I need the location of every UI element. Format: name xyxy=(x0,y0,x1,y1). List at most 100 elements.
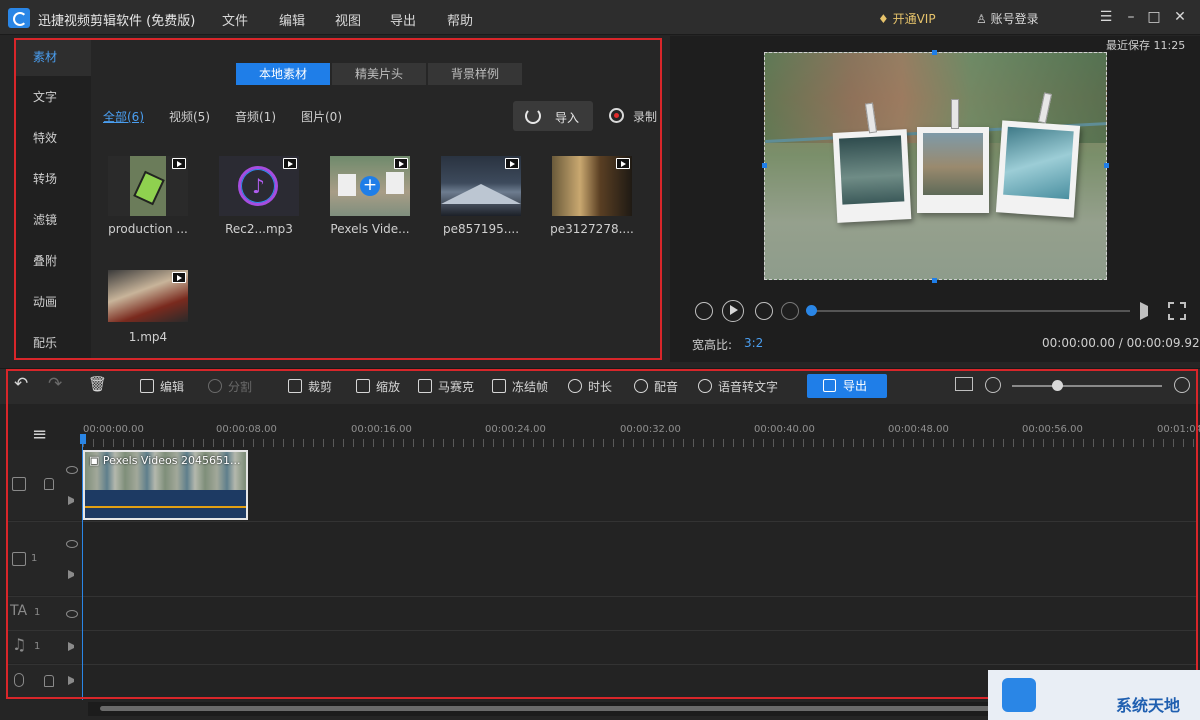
edit-label: 编辑 xyxy=(160,380,185,394)
delete-icon[interactable]: 🗑 xyxy=(88,375,107,393)
timeline-zoom-slider[interactable] xyxy=(1012,385,1162,387)
filter-image[interactable]: 图片(0) xyxy=(301,108,342,125)
playback-time: 00:00:00.00 / 00:00:09.92 xyxy=(1042,336,1200,350)
menu-help[interactable]: 帮助 xyxy=(447,10,473,29)
media-item[interactable]: production ... xyxy=(108,156,198,236)
playhead[interactable] xyxy=(82,436,83,700)
previous-frame-icon[interactable] xyxy=(695,302,713,320)
speech-to-text-icon xyxy=(698,379,712,393)
next-frame-icon[interactable] xyxy=(755,302,773,320)
timeline-zoom-knob[interactable] xyxy=(1052,380,1063,391)
fit-timeline-icon[interactable] xyxy=(955,377,973,391)
voice-track-header xyxy=(8,665,82,698)
volume-icon[interactable] xyxy=(68,570,77,579)
filter-audio[interactable]: 音频(1) xyxy=(235,108,276,125)
sidebar-item-material[interactable]: 素材 xyxy=(16,38,91,76)
media-item[interactable]: + Pexels Vide... xyxy=(330,156,420,236)
polaroid-photo xyxy=(995,120,1081,218)
lock-icon[interactable] xyxy=(44,478,54,490)
edit-icon xyxy=(140,379,154,393)
volume-icon[interactable] xyxy=(1140,302,1160,320)
media-item[interactable]: ♪ Rec2...mp3 xyxy=(219,156,309,236)
resize-handle[interactable] xyxy=(932,278,937,283)
freeze-frame-button[interactable]: 冻结帧 xyxy=(492,378,548,395)
media-item[interactable]: 1.mp4 xyxy=(108,264,198,344)
menu-file[interactable]: 文件 xyxy=(222,10,248,29)
filter-all[interactable]: 全部(6) xyxy=(103,108,144,125)
resize-handle[interactable] xyxy=(1104,163,1109,168)
crop-button[interactable]: 裁剪 xyxy=(288,378,332,395)
redo-icon[interactable]: ↷ xyxy=(48,374,62,394)
tab-backgrounds[interactable]: 背景样例 xyxy=(428,63,522,85)
clip-label: ▣ Pexels Videos 2045651... xyxy=(89,454,240,467)
zoom-in-icon[interactable] xyxy=(1174,377,1190,393)
hamburger-menu-icon[interactable]: ☰ xyxy=(1098,9,1114,25)
aspect-ratio-value[interactable]: 3:2 xyxy=(744,336,763,350)
sidebar-item-overlays[interactable]: 叠附 xyxy=(16,242,91,280)
media-thumbnail: ♪ xyxy=(219,156,299,216)
menu-edit[interactable]: 编辑 xyxy=(279,10,305,29)
polaroid-photo xyxy=(917,127,989,213)
eye-icon[interactable] xyxy=(66,610,78,618)
timeline-clip[interactable]: ▣ Pexels Videos 2045651... xyxy=(83,450,248,520)
sidebar-item-text[interactable]: 文字 xyxy=(16,78,91,116)
filter-video[interactable]: 视频(5) xyxy=(169,108,210,125)
volume-icon[interactable] xyxy=(68,496,77,505)
media-item[interactable]: pe3127278.... xyxy=(550,156,642,236)
export-button[interactable]: 导出 xyxy=(807,374,887,398)
split-button[interactable]: 分割 xyxy=(208,378,252,395)
aspect-ratio-label: 宽高比: xyxy=(692,338,733,352)
playback-progress-knob[interactable] xyxy=(806,305,817,316)
tab-local-media[interactable]: 本地素材 xyxy=(236,63,330,85)
volume-icon[interactable] xyxy=(68,676,77,685)
watermark-text: 系统天地 xyxy=(1116,696,1181,715)
edit-button[interactable]: 编辑 xyxy=(140,378,184,395)
watermark: 系统天地 xyxy=(988,670,1200,720)
crop-icon xyxy=(288,379,302,393)
add-track-icon[interactable]: ≡ xyxy=(32,424,47,445)
account-button[interactable]: ♙ 账号登录 xyxy=(976,10,1039,27)
speech-to-text-button[interactable]: 语音转文字 xyxy=(698,378,778,395)
sidebar-item-effects[interactable]: 特效 xyxy=(16,119,91,157)
playback-progress-track[interactable] xyxy=(810,310,1130,312)
tab-intros[interactable]: 精美片头 xyxy=(332,63,426,85)
record-label[interactable]: 录制 xyxy=(633,108,657,125)
volume-icon[interactable] xyxy=(68,642,77,651)
duration-button[interactable]: 时长 xyxy=(568,378,612,395)
media-item[interactable]: pe857195.... xyxy=(441,156,531,236)
resize-handle[interactable] xyxy=(762,163,767,168)
lock-icon[interactable] xyxy=(44,675,54,687)
record-icon[interactable] xyxy=(609,108,624,123)
resize-handle[interactable] xyxy=(932,50,937,55)
timeline-ruler[interactable] xyxy=(83,439,1198,447)
eye-icon[interactable] xyxy=(66,540,78,548)
timeline-scrollbar-thumb[interactable] xyxy=(100,706,1060,711)
ruler-label: 00:00:16.00 xyxy=(351,424,412,435)
maximize-icon[interactable]: □ xyxy=(1146,9,1162,25)
sidebar-item-music[interactable]: 配乐 xyxy=(16,324,91,362)
playhead-handle[interactable] xyxy=(80,434,86,444)
import-button[interactable]: 导入 xyxy=(513,101,593,131)
minimize-icon[interactable]: – xyxy=(1123,9,1139,25)
track-number: 1 xyxy=(34,641,41,652)
account-label: 账号登录 xyxy=(990,12,1039,26)
fullscreen-icon[interactable] xyxy=(1168,302,1186,320)
voiceover-button[interactable]: 配音 xyxy=(634,378,678,395)
eye-icon[interactable] xyxy=(66,466,78,474)
stop-icon[interactable] xyxy=(781,302,799,320)
menu-export[interactable]: 导出 xyxy=(390,10,416,29)
zoom-out-icon[interactable] xyxy=(985,377,1001,393)
track-number: 1 xyxy=(34,607,41,618)
play-icon[interactable] xyxy=(722,300,744,322)
vip-button[interactable]: ♦ 开通VIP xyxy=(878,10,936,27)
sidebar-item-filters[interactable]: 滤镜 xyxy=(16,201,91,239)
close-icon[interactable]: ✕ xyxy=(1172,9,1188,25)
add-to-timeline-icon[interactable]: + xyxy=(360,176,380,196)
sidebar-item-transitions[interactable]: 转场 xyxy=(16,160,91,198)
menu-view[interactable]: 视图 xyxy=(335,10,361,29)
music-track-header: ♫ 1 xyxy=(8,631,82,663)
sidebar-item-animation[interactable]: 动画 xyxy=(16,283,91,321)
mosaic-button[interactable]: 马赛克 xyxy=(418,378,474,395)
undo-icon[interactable]: ↶ xyxy=(14,374,28,394)
zoom-button[interactable]: 缩放 xyxy=(356,378,400,395)
